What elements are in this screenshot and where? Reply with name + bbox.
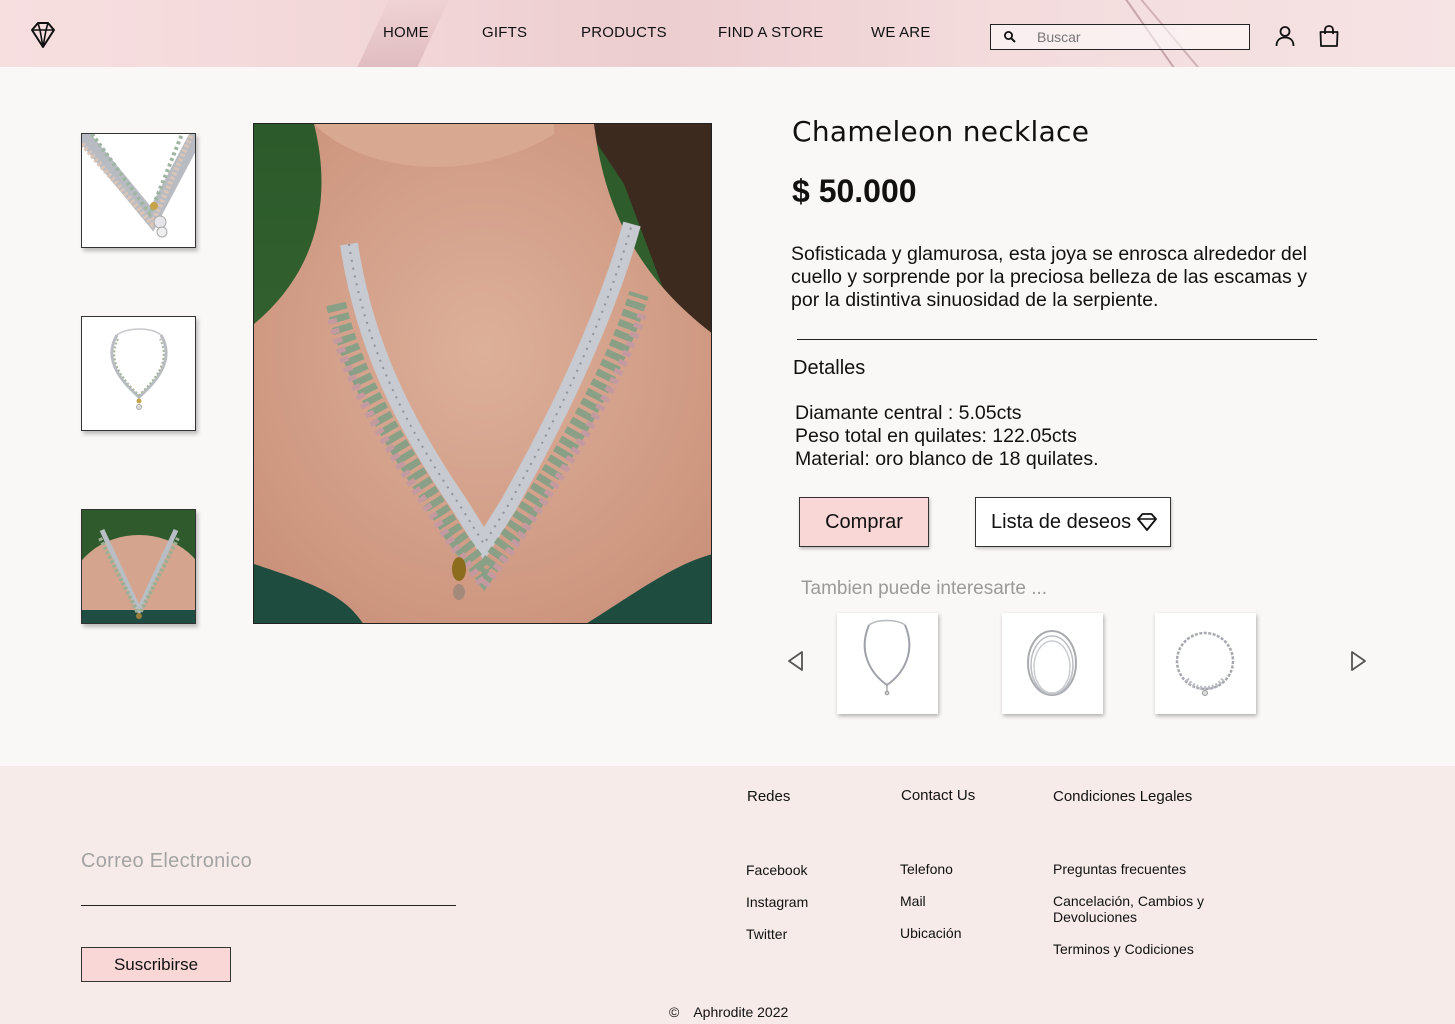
pendant-necklace-image: [863, 619, 911, 696]
copyright: © Aphrodite 2022: [669, 1004, 788, 1020]
nav-home[interactable]: HOME: [383, 24, 429, 41]
wishlist-label: Lista de deseos: [991, 510, 1132, 533]
recommended-item-1[interactable]: [837, 613, 938, 714]
copyright-text: Aphrodite 2022: [693, 1004, 789, 1020]
thumbnail-3[interactable]: [81, 509, 196, 624]
detail-central-diamond: Diamante central : 5.05cts: [795, 402, 1022, 424]
product-price: $ 50.000: [792, 173, 917, 209]
details-heading: Detalles: [793, 357, 866, 379]
arrow-left-icon[interactable]: [786, 650, 806, 672]
footer-link-faq[interactable]: Preguntas frecuentes: [1053, 861, 1186, 877]
shopping-bag-icon[interactable]: [1317, 24, 1341, 48]
nav-products[interactable]: PRODUCTS: [581, 24, 667, 41]
necklace-full-image: [82, 317, 195, 430]
site-footer: [0, 766, 1455, 1024]
nav-gifts[interactable]: GIFTS: [482, 24, 527, 41]
multistrand-necklace-image: [1027, 630, 1077, 696]
details-list: Diamante central : 5.05cts Peso total en…: [795, 402, 1099, 471]
footer-link-mail[interactable]: Mail: [900, 893, 926, 909]
diamond-logo-icon[interactable]: [28, 20, 58, 50]
product-title: Chameleon necklace: [792, 115, 1090, 148]
footer-heading-contact: Contact Us: [901, 787, 976, 804]
recommended-item-2[interactable]: [1002, 613, 1103, 714]
main-product-image: [253, 123, 712, 624]
necklace-model-thumb-image: [82, 510, 195, 623]
diamond-icon: [1137, 513, 1157, 531]
thumbnail-2[interactable]: [81, 316, 196, 431]
footer-link-telefono[interactable]: Telefono: [900, 861, 953, 877]
footer-link-terms[interactable]: Terminos y Codiciones: [1053, 941, 1194, 957]
footer-link-facebook[interactable]: Facebook: [746, 862, 807, 878]
necklace-closeup-image: [82, 134, 195, 247]
footer-link-returns[interactable]: Cancelación, Cambios y Devoluciones: [1053, 893, 1223, 925]
footer-heading-legal: Condiciones Legales: [1053, 788, 1193, 805]
footer-link-ubicacion[interactable]: Ubicación: [900, 925, 961, 941]
nav-find-a-store[interactable]: FIND A STORE: [718, 24, 823, 41]
arrow-right-icon[interactable]: [1348, 650, 1368, 672]
recommendations-heading: Tambien puede interesarte ...: [801, 578, 1048, 599]
subscribe-button[interactable]: Suscribirse: [81, 947, 231, 982]
footer-link-instagram[interactable]: Instagram: [746, 894, 808, 910]
copyright-icon: ©: [669, 1004, 680, 1020]
footer-heading-redes: Redes: [747, 788, 791, 805]
user-icon[interactable]: [1273, 24, 1297, 48]
product-description: Sofisticada y glamurosa, esta joya se en…: [791, 243, 1307, 311]
wishlist-button[interactable]: Lista de deseos: [975, 497, 1171, 547]
search-icon[interactable]: [1003, 30, 1017, 44]
detail-total-carats: Peso total en quilates: 122.05cts: [795, 425, 1077, 447]
divider: [797, 339, 1317, 340]
email-underline: [81, 905, 456, 906]
search-input[interactable]: [1037, 28, 1237, 46]
thumbnail-1[interactable]: [81, 133, 196, 248]
diamond-collar-necklace-image: [1175, 631, 1235, 696]
detail-material: Material: oro blanco de 18 quilates.: [795, 448, 1099, 470]
footer-link-twitter[interactable]: Twitter: [746, 926, 787, 942]
nav-we-are[interactable]: WE ARE: [871, 24, 931, 41]
site-header: HOME GIFTS PRODUCTS FIND A STORE WE ARE: [0, 0, 1455, 67]
buy-button[interactable]: Comprar: [799, 497, 929, 547]
email-field[interactable]: Correo Electronico: [81, 850, 252, 873]
search-box[interactable]: [990, 24, 1250, 50]
recommended-item-3[interactable]: [1155, 613, 1256, 714]
